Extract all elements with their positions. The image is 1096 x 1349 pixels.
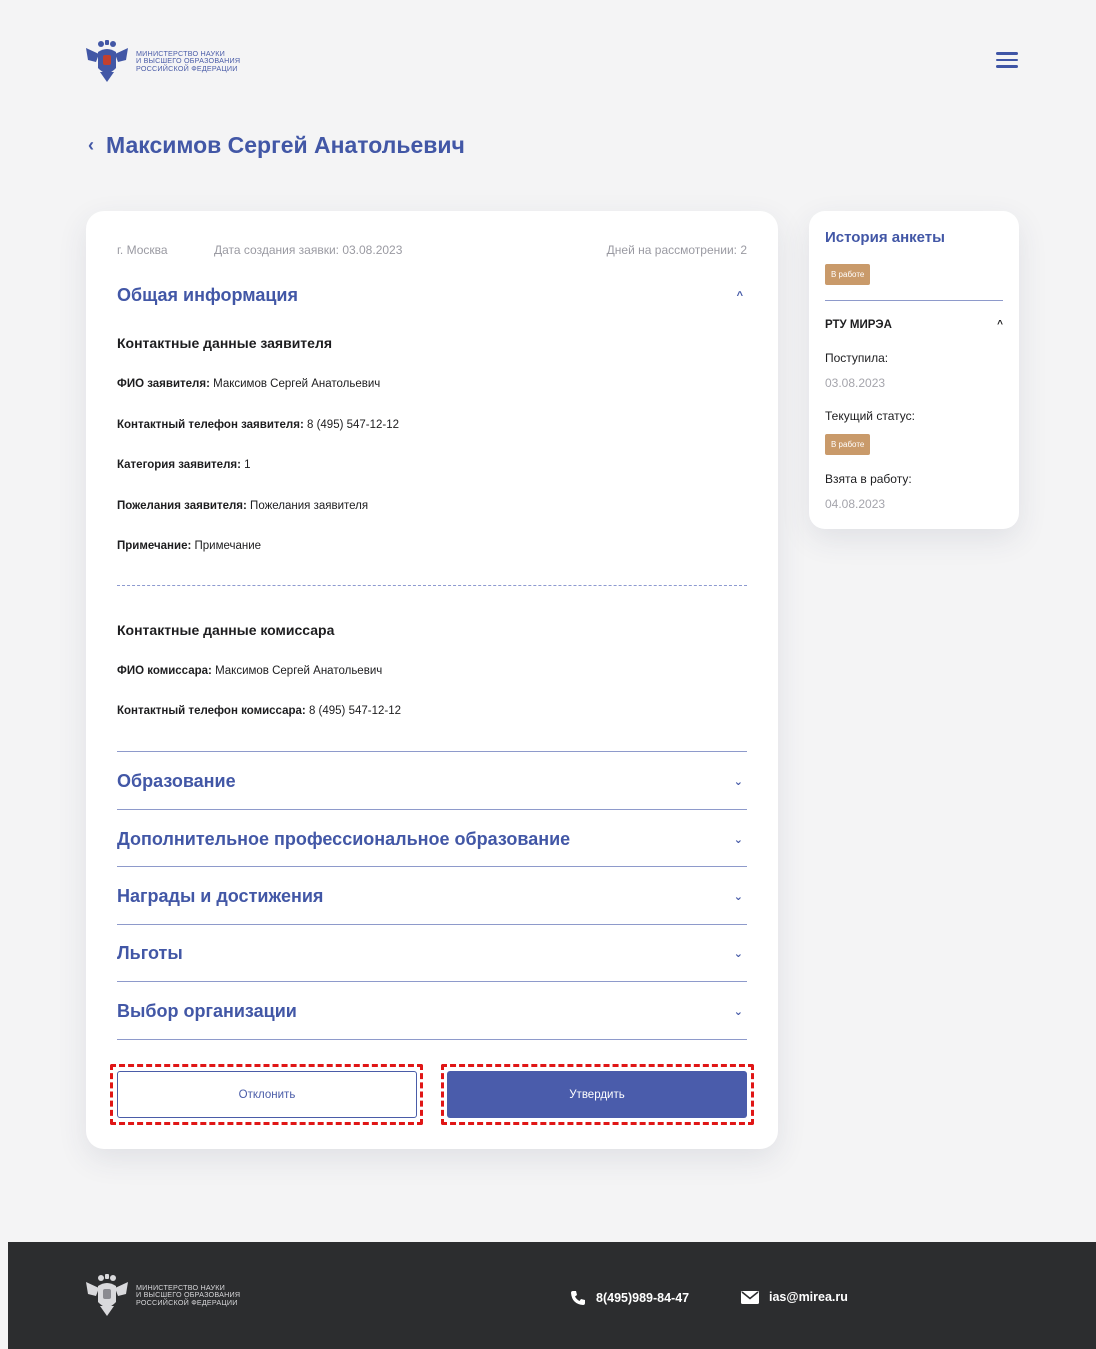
mail-icon — [741, 1290, 759, 1304]
approve-button[interactable]: Утвердить — [447, 1071, 747, 1118]
back-chevron-icon[interactable]: ‹ — [88, 135, 94, 156]
field-applicant-name: ФИО заявителя: Максимов Сергей Анатольев… — [117, 378, 381, 390]
footer-logo-text: МИНИСТЕРСТВО НАУКИ И ВЫСШЕГО ОБРАЗОВАНИЯ… — [136, 1282, 241, 1307]
page-title-text: Максимов Сергей Анатольевич — [106, 132, 465, 158]
days-in-review-text: Дней на рассмотрении: 2 — [606, 243, 747, 257]
chevron-down-icon: ⌄ — [733, 834, 743, 846]
history-title: История анкеты — [825, 229, 945, 246]
divider — [117, 981, 747, 982]
divider — [825, 300, 1003, 301]
ministry-logo-text: МИНИСТЕРСТВО НАУКИ И ВЫСШЕГО ОБРАЗОВАНИЯ… — [136, 48, 241, 73]
field-commissar-name: ФИО комиссара: Максимов Сергей Анатольев… — [117, 665, 383, 677]
org-accordion[interactable]: РТУ МИРЭА ^ — [825, 319, 1003, 331]
section-title: Выбор организации — [117, 1001, 297, 1021]
footer: МИНИСТЕРСТВО НАУКИ И ВЫСШЕГО ОБРАЗОВАНИЯ… — [8, 1242, 1096, 1349]
section-education[interactable]: Образование ⌄ — [117, 771, 747, 792]
created-date-text: Дата создания заявки: 03.08.2023 — [214, 243, 403, 257]
section-organization-choice[interactable]: Выбор организации ⌄ — [117, 1001, 747, 1022]
chevron-down-icon: ⌄ — [733, 776, 743, 788]
field-applicant-category: Категория заявителя: 1 — [117, 459, 251, 471]
divider — [117, 809, 747, 810]
org-name: РТУ МИРЭА — [825, 319, 892, 331]
section-title: Награды и достижения — [117, 886, 324, 906]
eagle-emblem-icon — [86, 40, 128, 82]
ministry-logo[interactable]: МИНИСТЕРСТВО НАУКИ И ВЫСШЕГО ОБРАЗОВАНИЯ… — [84, 38, 240, 84]
section-additional-education[interactable]: Дополнительное профессиональное образова… — [117, 829, 747, 850]
commissar-contacts-heading: Контактные данные комиссара — [117, 622, 335, 638]
taken-label: Взята в работу: — [825, 472, 912, 486]
application-card: г. Москва Дата создания заявки: 03.08.20… — [86, 211, 778, 1149]
chevron-up-icon: ^ — [997, 319, 1003, 330]
current-status-badge: В работе — [825, 434, 871, 455]
section-title: Образование — [117, 771, 236, 791]
phone-icon — [571, 1291, 585, 1305]
hamburger-menu-icon[interactable] — [996, 52, 1020, 70]
city-text: г. Москва — [117, 243, 168, 257]
divider — [117, 751, 747, 752]
section-general-info[interactable]: Общая информация ^ — [117, 285, 747, 306]
footer-email[interactable]: ias@mirea.ru — [741, 1290, 848, 1304]
section-benefits[interactable]: Льготы ⌄ — [117, 943, 747, 964]
chevron-down-icon: ⌄ — [733, 1006, 743, 1018]
divider — [117, 866, 747, 867]
chevron-down-icon: ⌄ — [733, 948, 743, 960]
section-title: Дополнительное профессиональное образова… — [117, 829, 571, 849]
history-card: История анкеты В работе РТУ МИРЭА ^ Пост… — [809, 211, 1019, 529]
chevron-up-icon: ^ — [736, 289, 743, 302]
status-badge: В работе — [825, 264, 871, 285]
page-title: ‹ Максимов Сергей Анатольевич — [88, 132, 465, 159]
section-title: Общая информация — [117, 285, 298, 305]
divider — [117, 924, 747, 925]
section-awards[interactable]: Награды и достижения ⌄ — [117, 886, 747, 907]
footer-phone[interactable]: 8(495)989-84-47 — [570, 1290, 689, 1306]
received-label: Поступила: — [825, 351, 889, 365]
field-commissar-phone: Контактный телефон комиссара: 8 (495) 54… — [117, 705, 401, 717]
chevron-down-icon: ⌄ — [733, 891, 743, 903]
section-title: Льготы — [117, 943, 183, 963]
taken-date: 04.08.2023 — [825, 497, 886, 511]
phone-number: 8(495)989-84-47 — [596, 1291, 690, 1305]
application-meta: г. Москва Дата создания заявки: 03.08.20… — [117, 243, 747, 257]
field-note: Примечание: Примечание — [117, 540, 262, 552]
divider — [117, 1039, 747, 1040]
reject-button[interactable]: Отклонить — [117, 1071, 417, 1118]
section-divider — [117, 585, 747, 586]
applicant-contacts-heading: Контактные данные заявителя — [117, 335, 333, 351]
field-applicant-wishes: Пожелания заявителя: Пожелания заявителя — [117, 500, 369, 512]
eagle-emblem-icon — [86, 1274, 128, 1316]
current-status-label: Текущий статус: — [825, 409, 915, 423]
footer-ministry-logo[interactable]: МИНИСТЕРСТВО НАУКИ И ВЫСШЕГО ОБРАЗОВАНИЯ… — [84, 1272, 240, 1318]
field-applicant-phone: Контактный телефон заявителя: 8 (495) 54… — [117, 419, 400, 431]
email-address: ias@mirea.ru — [769, 1290, 848, 1304]
received-date: 03.08.2023 — [825, 376, 886, 390]
